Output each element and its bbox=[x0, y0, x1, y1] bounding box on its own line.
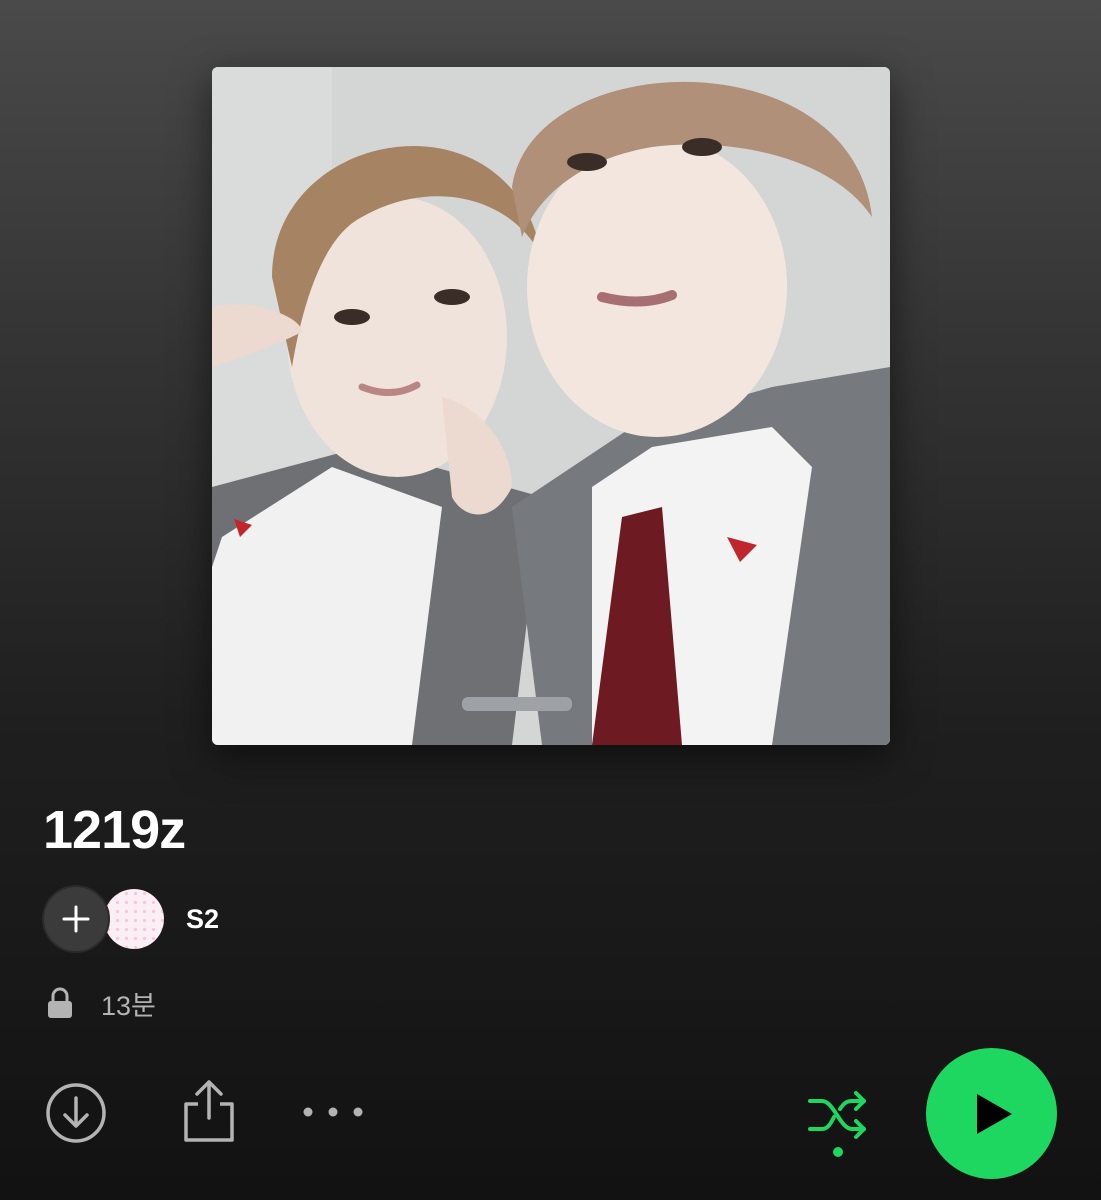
share-button[interactable] bbox=[180, 1078, 238, 1144]
play-icon bbox=[976, 1093, 1012, 1134]
shuffle-icon bbox=[808, 1091, 866, 1139]
download-circle-icon bbox=[46, 1083, 106, 1143]
playlist-title: 1219z bbox=[43, 800, 186, 860]
share-icon bbox=[184, 1080, 234, 1142]
play-button[interactable] bbox=[926, 1048, 1057, 1179]
shuffle-active-indicator bbox=[833, 1147, 843, 1157]
plus-icon bbox=[62, 905, 90, 933]
lock-icon bbox=[48, 987, 72, 1018]
more-dots-icon bbox=[303, 1107, 363, 1117]
playlist-duration: 13분 bbox=[101, 990, 156, 1021]
owner-avatar[interactable] bbox=[104, 889, 164, 949]
playlist-meta: 13분 bbox=[45, 985, 156, 1021]
more-options-button[interactable] bbox=[300, 1092, 366, 1132]
download-button[interactable] bbox=[44, 1081, 108, 1145]
add-collaborator-button[interactable] bbox=[44, 887, 108, 951]
owner-row: S2 bbox=[44, 887, 219, 951]
owner-name[interactable]: S2 bbox=[186, 904, 219, 935]
shuffle-button[interactable] bbox=[800, 1080, 876, 1166]
playlist-cover-image bbox=[212, 67, 890, 745]
